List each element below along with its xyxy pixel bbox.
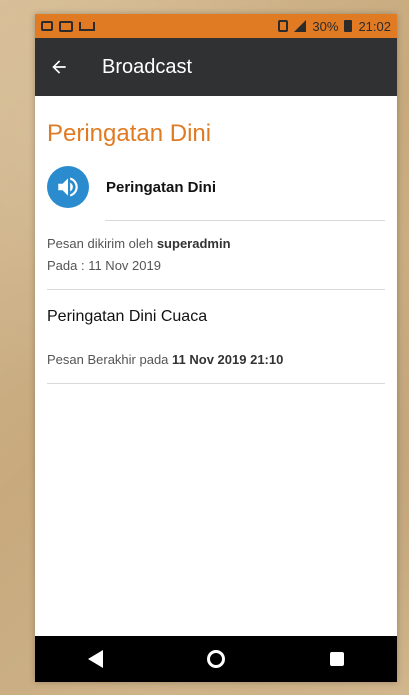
status-right-icons: 30% 21:02: [278, 19, 391, 34]
battery-percent: 30%: [312, 18, 339, 34]
sender-row: Peringatan Dini: [47, 166, 385, 208]
sender-name: Peringatan Dini: [106, 178, 217, 196]
clock: 21:02: [358, 18, 391, 34]
status-bar: 30% 21:02: [35, 14, 397, 38]
laptop-icon: [79, 21, 95, 31]
vibrate-icon: [278, 20, 289, 32]
nav-home-button[interactable]: [198, 641, 234, 677]
phone-screen: 30% 21:02 Broadcast Peringatan Dini Peri…: [35, 14, 397, 682]
nav-recents-button[interactable]: [319, 641, 355, 677]
nav-recents-icon: [329, 652, 344, 666]
speaker-icon-badge: [47, 166, 89, 208]
status-left-icons: [41, 20, 95, 32]
image-icon: [59, 20, 73, 32]
sent-by-line: Pesan dikirim oleh superadmin: [47, 233, 385, 255]
arrow-left-icon: [52, 60, 66, 74]
notification-icon: [41, 21, 53, 31]
back-arrow-button[interactable]: [47, 55, 71, 79]
broadcast-detail: Peringatan Dini Peringatan Dini Pesan di…: [35, 96, 397, 384]
message-text: Peringatan Dini Cuaca: [47, 308, 208, 325]
app-bar-title: Broadcast: [102, 55, 193, 78]
divider: [47, 383, 385, 384]
nav-back-icon: [87, 650, 103, 668]
expiry-prefix: Pesan Berakhir pada: [47, 352, 173, 367]
message-meta: Pesan dikirim oleh superadmin Pada : 11 …: [47, 221, 385, 289]
sent-by-prefix: Pesan dikirim oleh: [47, 236, 157, 251]
nav-back-button[interactable]: [77, 641, 113, 677]
page-title: Peringatan Dini: [47, 120, 212, 147]
navigation-bar: [35, 636, 397, 682]
app-bar: Broadcast: [35, 38, 397, 96]
speaker-icon: [58, 177, 78, 197]
battery-icon: [344, 20, 353, 32]
sent-date: Pada : 11 Nov 2019: [47, 258, 161, 273]
nav-home-icon: [206, 650, 225, 668]
expiry-datetime: 11 Nov 2019 21:10: [172, 352, 284, 367]
sent-by-user: superadmin: [156, 236, 231, 251]
signal-icon: [294, 20, 307, 32]
expiry-line: Pesan Berakhir pada 11 Nov 2019 21:10: [47, 352, 385, 383]
